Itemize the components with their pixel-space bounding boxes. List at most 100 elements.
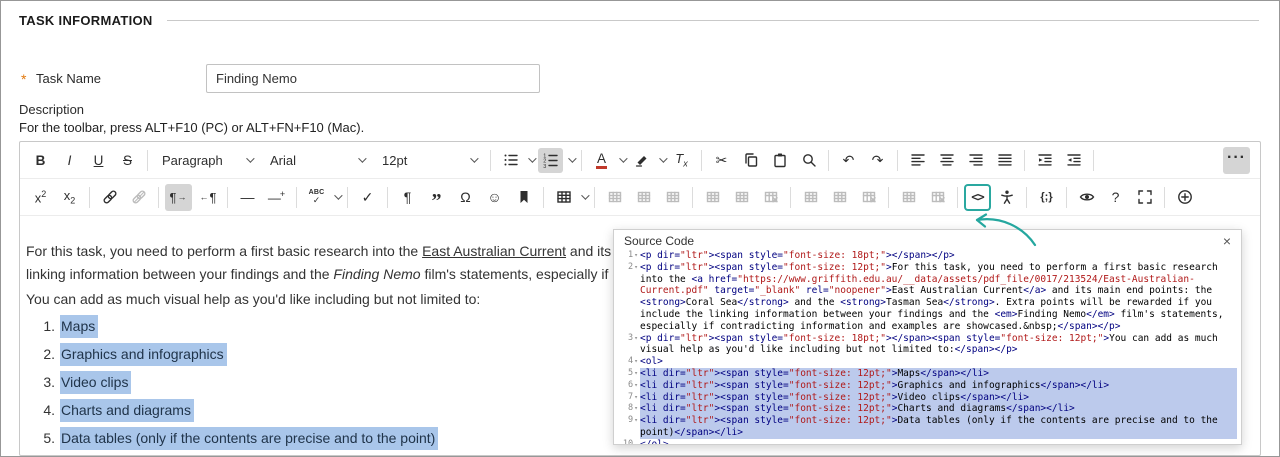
table-insert-col-after-button[interactable] xyxy=(826,184,853,211)
table-insert-row-below-button[interactable] xyxy=(728,184,755,211)
align-left-icon xyxy=(905,148,930,173)
table-op-del-icon xyxy=(856,185,881,210)
special-character-button[interactable]: Ω xyxy=(452,184,479,211)
undo-button[interactable]: ↶ xyxy=(835,147,862,174)
bold-button[interactable]: B xyxy=(27,147,54,174)
toolbar-separator xyxy=(490,149,491,171)
table-delete-col-button[interactable] xyxy=(855,184,882,211)
insert-link-button[interactable] xyxy=(96,184,123,211)
toolbar-separator xyxy=(147,149,148,171)
toolbar-separator xyxy=(701,149,702,171)
close-icon[interactable]: × xyxy=(1221,234,1233,248)
table-delete-row-button[interactable] xyxy=(757,184,784,211)
preview-button[interactable] xyxy=(1073,184,1100,211)
table-delete-button[interactable] xyxy=(924,184,951,211)
description-label: Description xyxy=(19,102,85,117)
show-invisibles-button[interactable]: ¶ xyxy=(394,184,421,211)
table-insert-row-above-button[interactable] xyxy=(699,184,726,211)
emoticons-button[interactable]: ☺ xyxy=(481,184,508,211)
horizontal-rule-button[interactable]: — xyxy=(234,184,261,211)
accessibility-icon xyxy=(994,185,1019,210)
superscript-button[interactable]: x2 xyxy=(27,184,54,211)
highlight-color-button[interactable] xyxy=(628,147,668,174)
align-center-button[interactable] xyxy=(933,147,960,174)
list-item-text: Video clips xyxy=(60,371,132,394)
spellcheck-button[interactable]: ABC ✓ xyxy=(303,184,343,211)
bullet-list-button[interactable] xyxy=(497,147,537,174)
fold-arrow-icon: ▾ xyxy=(634,416,638,425)
blockquote-button[interactable]: ” xyxy=(423,184,450,211)
font-family-select[interactable]: Arial xyxy=(262,147,372,174)
fullscreen-icon xyxy=(1132,185,1157,210)
code-line: 1▾ <p dir="ltr"><span style="font-size: 1… xyxy=(614,250,1237,262)
toolbar-separator xyxy=(543,186,544,208)
table-button[interactable] xyxy=(550,184,590,211)
cut-button[interactable]: ✂ xyxy=(708,147,735,174)
text-color-button[interactable]: A xyxy=(588,147,628,174)
paragraph-format-select[interactable]: Paragraph xyxy=(154,147,260,174)
add-content-button[interactable] xyxy=(1171,184,1198,211)
fold-arrow-icon: ▾ xyxy=(634,262,638,271)
accessibility-checker-button[interactable] xyxy=(993,184,1020,211)
fullscreen-button[interactable] xyxy=(1131,184,1158,211)
line-number: 3▾ xyxy=(627,332,638,343)
table-cell-properties-button[interactable] xyxy=(601,184,628,211)
chevron-down-icon xyxy=(358,154,367,163)
eye-icon xyxy=(1074,185,1099,210)
paste-button[interactable] xyxy=(766,147,793,174)
list-item-text: Maps xyxy=(60,315,99,338)
list-item-number: 4. xyxy=(43,402,55,418)
remove-link-button[interactable] xyxy=(125,184,152,211)
ltr-button[interactable]: ¶ → xyxy=(165,183,192,211)
table-properties-button[interactable] xyxy=(895,184,922,211)
help-button[interactable]: ? xyxy=(1102,184,1129,211)
east-australian-current-link[interactable]: East Australian Current xyxy=(422,243,566,259)
outdent-button[interactable] xyxy=(1060,147,1087,174)
align-left-button[interactable] xyxy=(904,147,931,174)
more-toolbar-button[interactable]: ··· xyxy=(1223,146,1250,174)
list-item-text: Data tables (only if the contents are pr… xyxy=(60,427,439,450)
rtl-icon: ← ¶ xyxy=(199,189,217,205)
source-code-editor[interactable]: 1▾ <p dir="ltr"><span style="font-size: 1… xyxy=(614,249,1241,444)
table-insert-col-before-button[interactable] xyxy=(797,184,824,211)
line-number: 8▾ xyxy=(627,403,638,414)
toolbar-separator xyxy=(347,186,348,208)
accept-suggestion-button[interactable]: ✓ xyxy=(354,184,381,211)
source-code-button[interactable]: <> xyxy=(964,184,991,211)
toolbar-separator xyxy=(1093,149,1094,171)
toolbar-hint-text: For the toolbar, press ALT+F10 (PC) or A… xyxy=(19,120,365,135)
font-size-select[interactable]: 12pt xyxy=(374,147,484,174)
table-op-icon xyxy=(631,185,656,210)
task-name-input[interactable] xyxy=(206,64,540,93)
strikethrough-button[interactable]: S xyxy=(114,147,141,174)
table-op-icon xyxy=(700,185,725,210)
page-break-button[interactable]: —+ xyxy=(263,184,290,211)
justify-button[interactable] xyxy=(991,147,1018,174)
toolbar-separator xyxy=(227,186,228,208)
task-name-field-row: * Task Name xyxy=(21,64,540,93)
indent-icon xyxy=(1032,148,1057,173)
anchor-button[interactable] xyxy=(510,184,537,211)
clear-formatting-button[interactable]: Tx xyxy=(668,147,695,174)
numbered-list-button[interactable]: 123 xyxy=(537,147,577,174)
table-op-icon xyxy=(896,185,921,210)
italic-button[interactable]: I xyxy=(56,147,83,174)
chevron-down-icon xyxy=(659,154,668,163)
toolbar-separator xyxy=(296,186,297,208)
rtl-button[interactable]: ← ¶ xyxy=(194,184,221,211)
copy-button[interactable] xyxy=(737,147,764,174)
help-icon: ? xyxy=(1111,189,1120,205)
subscript-button[interactable]: x2 xyxy=(56,184,83,211)
code-line: 10▾</ol> xyxy=(614,439,1237,444)
table-merge-cells-button[interactable] xyxy=(630,184,657,211)
chevron-down-icon xyxy=(528,154,537,163)
code-line: 5▾ <li dir="ltr"><span style="font-size: … xyxy=(614,367,1237,380)
indent-button[interactable] xyxy=(1031,147,1058,174)
align-right-button[interactable] xyxy=(962,147,989,174)
toolbar-separator xyxy=(828,149,829,171)
search-button[interactable] xyxy=(795,147,822,174)
code-sample-button[interactable]: {;} xyxy=(1033,184,1060,211)
underline-button[interactable]: U xyxy=(85,147,112,174)
table-split-cell-button[interactable] xyxy=(659,184,686,211)
redo-button[interactable]: ↷ xyxy=(864,147,891,174)
